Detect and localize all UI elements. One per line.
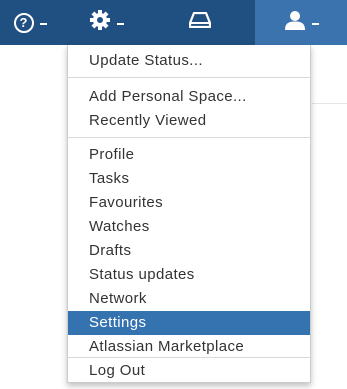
user-icon bbox=[284, 10, 306, 35]
menu-separator bbox=[68, 137, 310, 138]
menu-item-profile[interactable]: Profile bbox=[68, 143, 310, 167]
menu-item-update-status[interactable]: Update Status... bbox=[68, 49, 310, 73]
menu-item-drafts[interactable]: Drafts bbox=[68, 239, 310, 263]
menu-separator bbox=[68, 77, 310, 78]
menu-item-tasks[interactable]: Tasks bbox=[68, 167, 310, 191]
menu-item-watches[interactable]: Watches bbox=[68, 215, 310, 239]
notifications-button[interactable] bbox=[178, 0, 222, 45]
chevron-down-icon bbox=[39, 22, 47, 25]
page-divider bbox=[312, 103, 347, 104]
menu-item-log-out[interactable]: Log Out bbox=[68, 359, 310, 383]
settings-menu-button[interactable] bbox=[78, 0, 134, 45]
help-menu-button[interactable]: ? bbox=[0, 0, 60, 45]
menu-item-atlassian-marketplace[interactable]: Atlassian Marketplace bbox=[68, 335, 310, 359]
menu-item-settings[interactable]: Settings bbox=[68, 311, 310, 335]
menu-item-favourites[interactable]: Favourites bbox=[68, 191, 310, 215]
menu-item-network[interactable]: Network bbox=[68, 287, 310, 311]
top-header-bar: ? bbox=[0, 0, 347, 45]
menu-item-status-updates[interactable]: Status updates bbox=[68, 263, 310, 287]
chevron-down-icon bbox=[116, 22, 124, 25]
menu-item-add-personal-space[interactable]: Add Personal Space... bbox=[68, 85, 310, 109]
chevron-down-icon bbox=[311, 22, 319, 25]
inbox-icon bbox=[188, 11, 212, 33]
help-icon: ? bbox=[13, 12, 34, 33]
gear-icon bbox=[89, 9, 111, 36]
menu-separator bbox=[68, 357, 310, 358]
user-dropdown-menu: Update Status... Add Personal Space... R… bbox=[67, 45, 311, 383]
page: ? Update Status... Add Personal Space...… bbox=[0, 0, 347, 389]
menu-item-recently-viewed[interactable]: Recently Viewed bbox=[68, 109, 310, 133]
user-menu-button[interactable] bbox=[255, 0, 347, 45]
